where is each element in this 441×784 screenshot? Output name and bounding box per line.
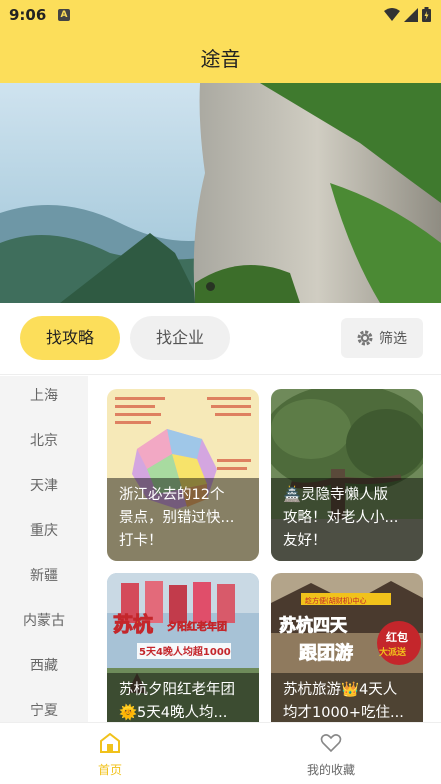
home-icon xyxy=(100,732,120,753)
card-image-text: 大派送 xyxy=(379,646,407,658)
sidebar-item-tianjin[interactable]: 天津 xyxy=(0,466,88,511)
card-title: 🏯灵隐寺懒人版 攻略！对老人小... 友好！ xyxy=(271,478,423,561)
tab-find-companies[interactable]: 找企业 xyxy=(130,316,230,360)
card-image-text: 夕阳红老年团 xyxy=(167,620,227,633)
card-image-text: 5天4晚人均超1000 xyxy=(139,645,231,658)
sidebar-item-xinjiang[interactable]: 新疆 xyxy=(0,556,88,601)
carousel-indicator[interactable] xyxy=(206,282,215,291)
sidebar-item-chongqing[interactable]: 重庆 xyxy=(0,511,88,556)
banner-image xyxy=(0,83,441,303)
sidebar-item-neimenggu[interactable]: 内蒙古 xyxy=(0,601,88,646)
tab-favorites-label: 我的收藏 xyxy=(306,763,355,777)
card-image-text: 苏杭 xyxy=(113,612,153,636)
sidebar-item-shanghai[interactable]: 上海 xyxy=(0,376,88,421)
sidebar-item-ningxia[interactable]: 宁夏 xyxy=(0,691,88,722)
guide-cards: 浙江必去的12个 景点，别错过快... 打卡！ 🏯灵隐寺懒人版 攻略！对老人小.… xyxy=(88,376,441,722)
card-image-text: 红包 xyxy=(386,630,408,644)
status-icons xyxy=(384,7,431,22)
wifi-icon xyxy=(384,7,400,21)
sidebar-item-beijing[interactable]: 北京 xyxy=(0,421,88,466)
guide-card[interactable]: 苏杭 夕阳红老年团 5天4晚人均超1000 苏杭夕阳红老年团 🌞5天4晚人均..… xyxy=(107,573,259,722)
tab-favorites[interactable]: 我的收藏 xyxy=(281,733,381,778)
tab-home-label: 首页 xyxy=(97,763,122,777)
heart-icon xyxy=(320,734,342,753)
filter-button[interactable]: 筛选 xyxy=(341,318,423,358)
card-title: 苏杭夕阳红老年团 🌞5天4晚人均... xyxy=(107,673,259,722)
filter-label: 筛选 xyxy=(379,331,407,347)
card-title: 浙江必去的12个 景点，别错过快... 打卡！ xyxy=(107,478,259,561)
status-bar: 9:06 A xyxy=(0,0,441,30)
city-sidebar: 上海 北京 天津 重庆 新疆 内蒙古 西藏 宁夏 xyxy=(0,376,88,722)
banner-carousel[interactable] xyxy=(0,83,441,303)
signal-icon xyxy=(404,7,418,22)
card-image-text: 跟团游 xyxy=(299,642,353,664)
guide-card[interactable]: 浙江必去的12个 景点，别错过快... 打卡！ xyxy=(107,389,259,561)
page-title: 途音 xyxy=(200,47,241,71)
battery-icon xyxy=(422,7,431,22)
guide-card[interactable]: 🏯灵隐寺懒人版 攻略！对老人小... 友好！ xyxy=(271,389,423,561)
bottom-tab-bar: 首页 我的收藏 xyxy=(0,722,441,784)
card-image-text: 趁方便(胡财机)中心 xyxy=(305,596,366,605)
card-title: 苏杭旅游👑4天人 均才1000+吃住... xyxy=(271,673,423,722)
app-header: 途音 xyxy=(0,30,441,83)
filter-bar: 找攻略 找企业 筛选 xyxy=(0,303,441,375)
guide-card[interactable]: 趁方便(胡财机)中心 苏杭四天 跟团游 红包 大派送 苏杭旅游👑4天人 均才10… xyxy=(271,573,423,722)
sidebar-item-xizang[interactable]: 西藏 xyxy=(0,646,88,691)
status-time: 9:06 xyxy=(9,6,47,24)
notification-icon: A xyxy=(58,9,70,21)
tab-find-guides[interactable]: 找攻略 xyxy=(20,316,120,360)
tab-home[interactable]: 首页 xyxy=(60,732,160,778)
gear-icon xyxy=(357,330,373,346)
card-image-text: 苏杭四天 xyxy=(279,615,348,636)
